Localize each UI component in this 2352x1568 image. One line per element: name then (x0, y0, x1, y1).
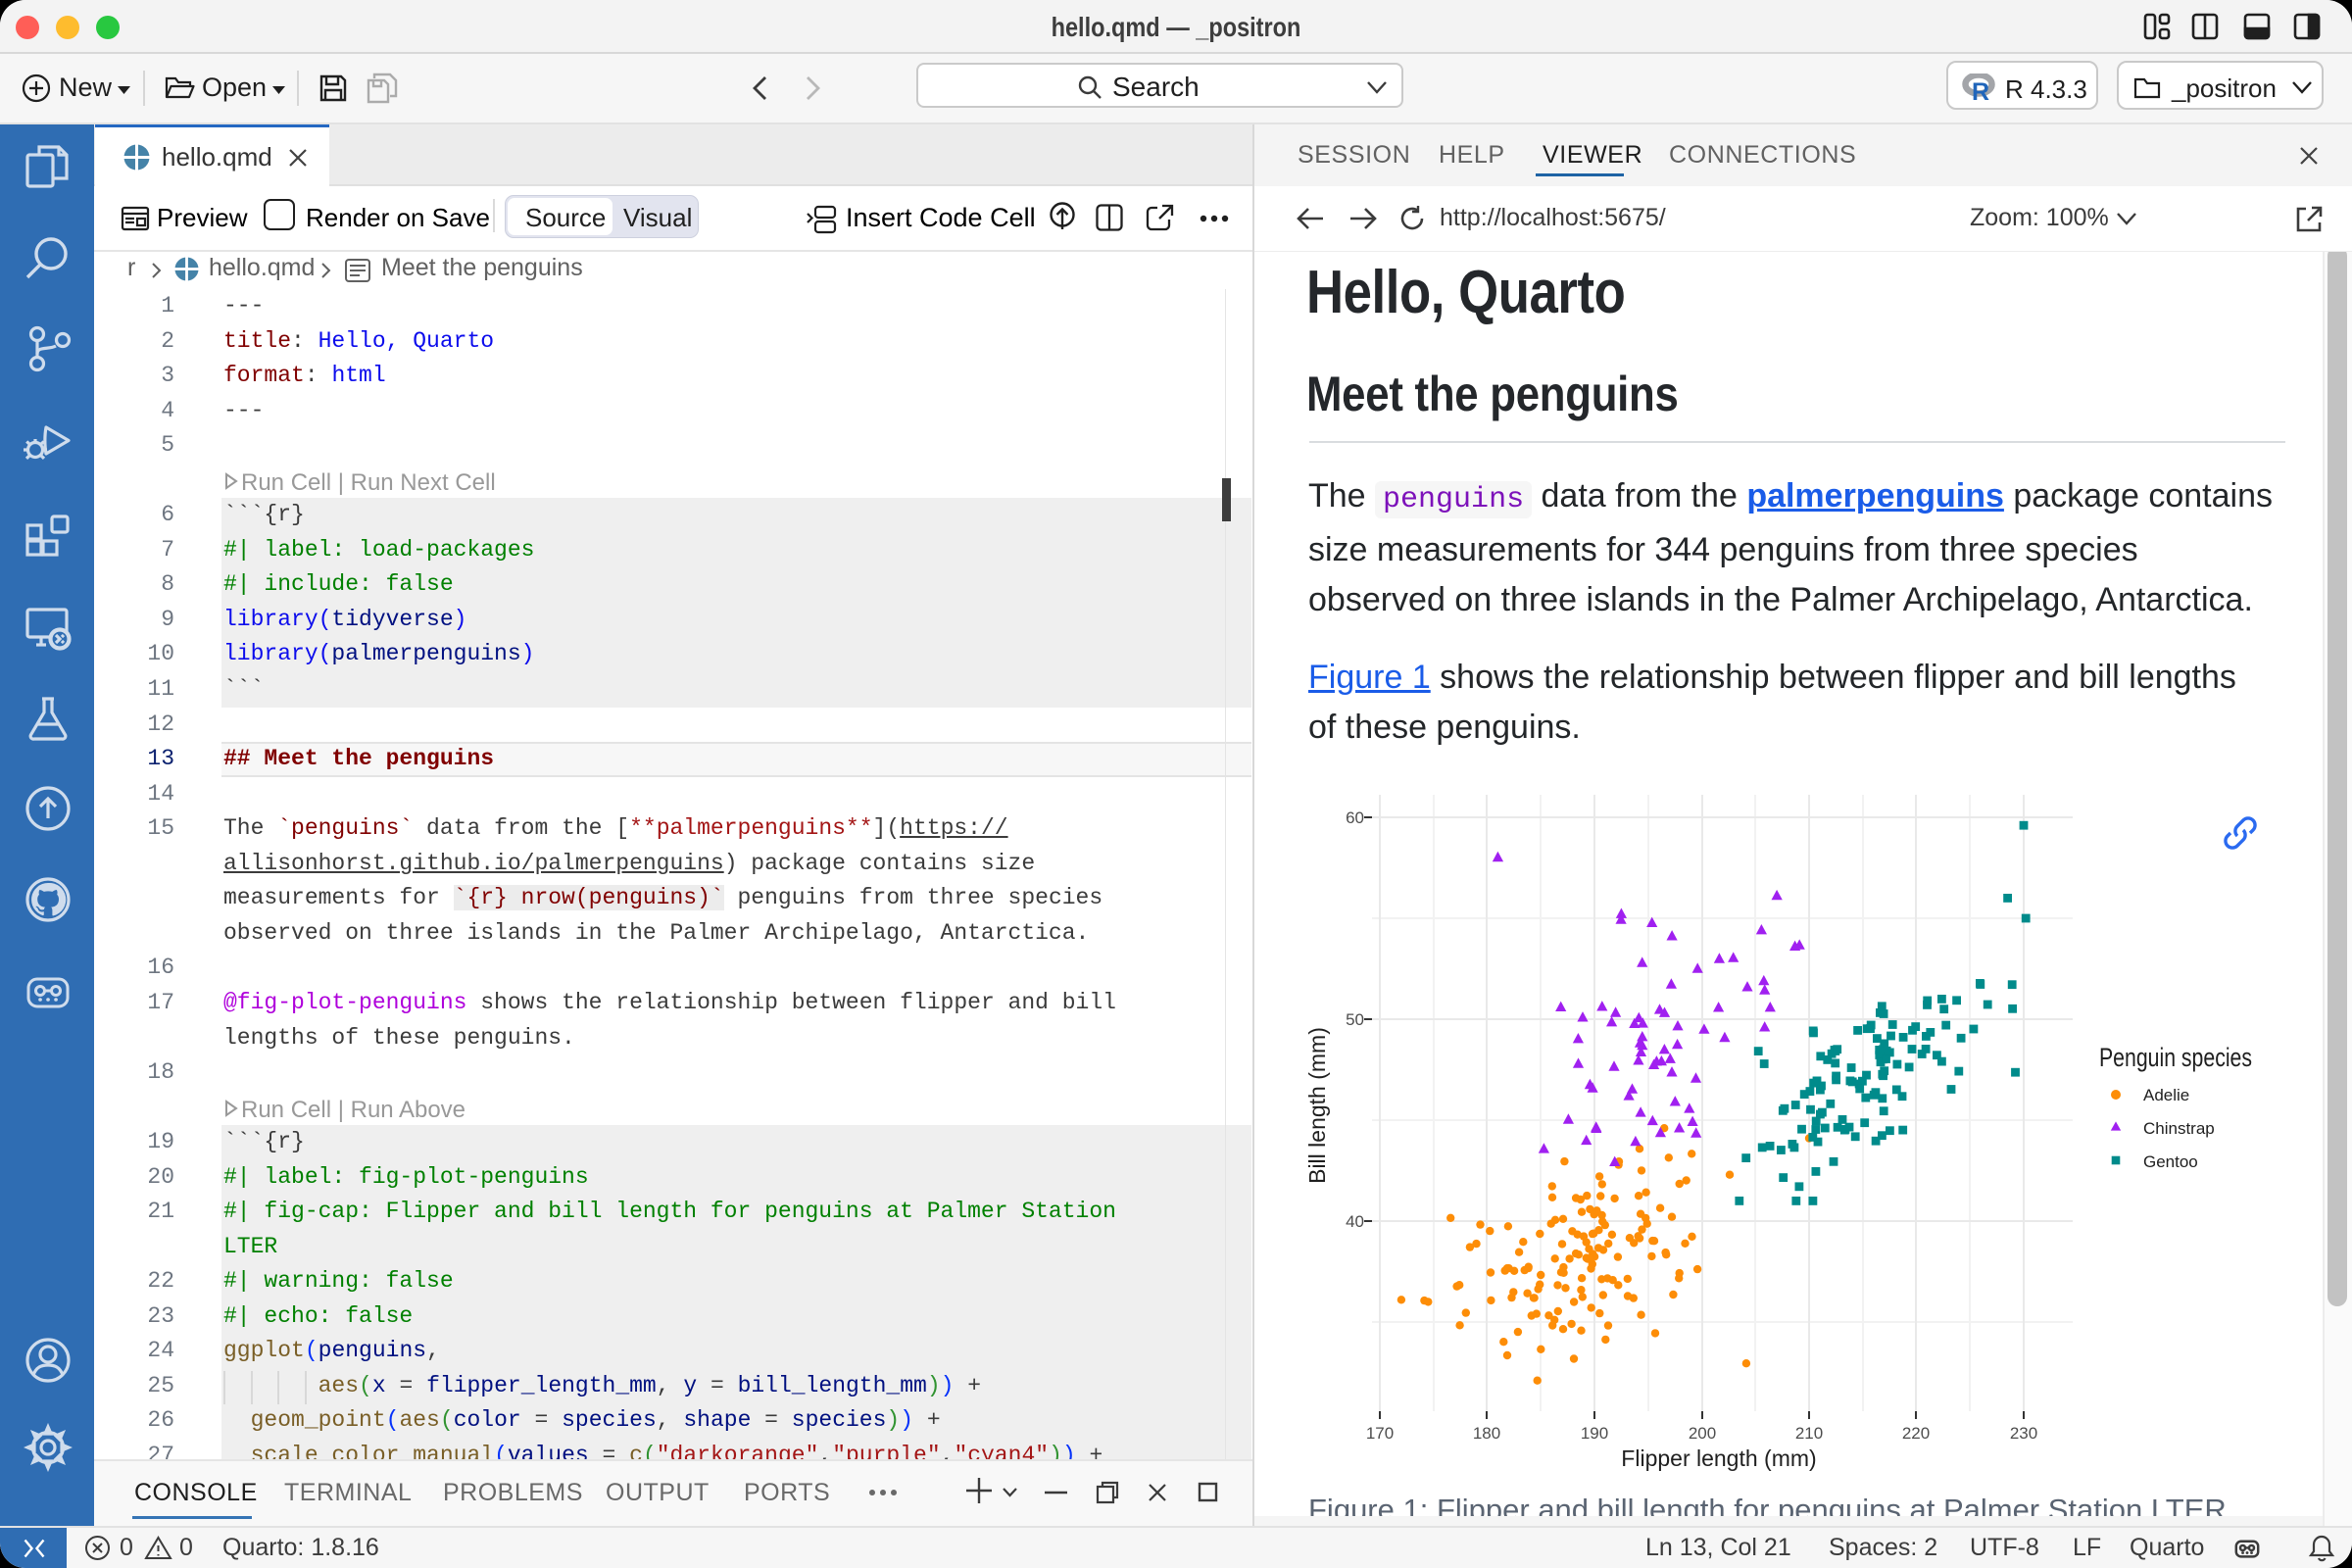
svg-text:50: 50 (1346, 1010, 1364, 1029)
svg-text:210: 210 (1795, 1424, 1823, 1443)
svg-text:40: 40 (1346, 1212, 1364, 1231)
svg-text:60: 60 (1346, 808, 1364, 827)
svg-text:230: 230 (2010, 1424, 2037, 1443)
svg-text:170: 170 (1366, 1424, 1394, 1443)
svg-text:Gentoo: Gentoo (2143, 1152, 2198, 1171)
svg-text:R: R (1972, 78, 1989, 103)
svg-text:220: 220 (1902, 1424, 1930, 1443)
svg-text:190: 190 (1581, 1424, 1608, 1443)
svg-text:Flipper length (mm): Flipper length (mm) (1621, 1446, 1816, 1471)
svg-text:Bill length (mm): Bill length (mm) (1304, 1027, 1330, 1184)
svg-text:200: 200 (1689, 1424, 1716, 1443)
svg-text:Adelie: Adelie (2143, 1086, 2189, 1104)
svg-text:Chinstrap: Chinstrap (2143, 1119, 2215, 1138)
svg-text:180: 180 (1473, 1424, 1500, 1443)
svg-text:Penguin species: Penguin species (2099, 1043, 2252, 1072)
